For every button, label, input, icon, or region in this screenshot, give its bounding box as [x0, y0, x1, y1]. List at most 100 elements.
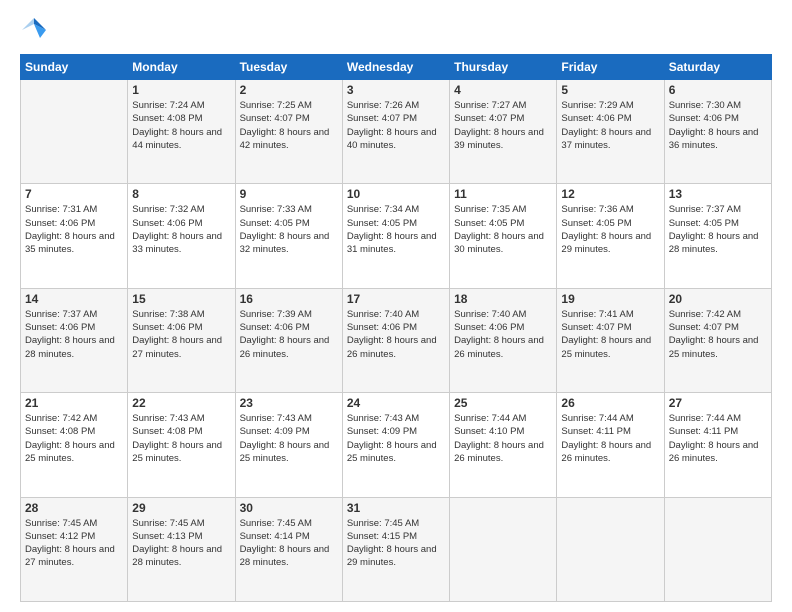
day-info: Sunrise: 7:43 AMSunset: 4:09 PMDaylight:… — [347, 413, 437, 464]
day-info: Sunrise: 7:27 AMSunset: 4:07 PMDaylight:… — [454, 100, 544, 151]
calendar-cell — [557, 497, 664, 601]
calendar-cell: 24 Sunrise: 7:43 AMSunset: 4:09 PMDaylig… — [342, 393, 449, 497]
calendar-cell: 11 Sunrise: 7:35 AMSunset: 4:05 PMDaylig… — [450, 184, 557, 288]
day-info: Sunrise: 7:37 AMSunset: 4:06 PMDaylight:… — [25, 309, 115, 360]
calendar-cell: 1 Sunrise: 7:24 AMSunset: 4:08 PMDayligh… — [128, 80, 235, 184]
calendar-cell: 19 Sunrise: 7:41 AMSunset: 4:07 PMDaylig… — [557, 288, 664, 392]
calendar-cell: 23 Sunrise: 7:43 AMSunset: 4:09 PMDaylig… — [235, 393, 342, 497]
calendar-cell: 8 Sunrise: 7:32 AMSunset: 4:06 PMDayligh… — [128, 184, 235, 288]
day-number: 12 — [561, 187, 659, 201]
day-header-friday: Friday — [557, 55, 664, 80]
day-number: 8 — [132, 187, 230, 201]
day-number: 2 — [240, 83, 338, 97]
page: SundayMondayTuesdayWednesdayThursdayFrid… — [0, 0, 792, 612]
day-header-tuesday: Tuesday — [235, 55, 342, 80]
calendar-cell: 20 Sunrise: 7:42 AMSunset: 4:07 PMDaylig… — [664, 288, 771, 392]
calendar-cell: 10 Sunrise: 7:34 AMSunset: 4:05 PMDaylig… — [342, 184, 449, 288]
day-number: 1 — [132, 83, 230, 97]
day-info: Sunrise: 7:39 AMSunset: 4:06 PMDaylight:… — [240, 309, 330, 360]
calendar-cell: 2 Sunrise: 7:25 AMSunset: 4:07 PMDayligh… — [235, 80, 342, 184]
day-header-monday: Monday — [128, 55, 235, 80]
calendar-week-row: 1 Sunrise: 7:24 AMSunset: 4:08 PMDayligh… — [21, 80, 772, 184]
calendar-cell: 12 Sunrise: 7:36 AMSunset: 4:05 PMDaylig… — [557, 184, 664, 288]
day-number: 13 — [669, 187, 767, 201]
day-number: 21 — [25, 396, 123, 410]
day-number: 20 — [669, 292, 767, 306]
day-info: Sunrise: 7:26 AMSunset: 4:07 PMDaylight:… — [347, 100, 437, 151]
day-number: 15 — [132, 292, 230, 306]
day-number: 28 — [25, 501, 123, 515]
header — [20, 16, 772, 44]
calendar-cell: 16 Sunrise: 7:39 AMSunset: 4:06 PMDaylig… — [235, 288, 342, 392]
calendar-header-row: SundayMondayTuesdayWednesdayThursdayFrid… — [21, 55, 772, 80]
day-number: 27 — [669, 396, 767, 410]
day-number: 10 — [347, 187, 445, 201]
day-number: 3 — [347, 83, 445, 97]
day-info: Sunrise: 7:25 AMSunset: 4:07 PMDaylight:… — [240, 100, 330, 151]
day-number: 6 — [669, 83, 767, 97]
calendar-cell: 7 Sunrise: 7:31 AMSunset: 4:06 PMDayligh… — [21, 184, 128, 288]
day-number: 11 — [454, 187, 552, 201]
day-info: Sunrise: 7:44 AMSunset: 4:10 PMDaylight:… — [454, 413, 544, 464]
day-number: 23 — [240, 396, 338, 410]
calendar-cell: 17 Sunrise: 7:40 AMSunset: 4:06 PMDaylig… — [342, 288, 449, 392]
calendar-cell: 6 Sunrise: 7:30 AMSunset: 4:06 PMDayligh… — [664, 80, 771, 184]
day-number: 7 — [25, 187, 123, 201]
day-header-thursday: Thursday — [450, 55, 557, 80]
day-number: 17 — [347, 292, 445, 306]
day-info: Sunrise: 7:42 AMSunset: 4:08 PMDaylight:… — [25, 413, 115, 464]
day-number: 31 — [347, 501, 445, 515]
day-number: 5 — [561, 83, 659, 97]
day-info: Sunrise: 7:35 AMSunset: 4:05 PMDaylight:… — [454, 204, 544, 255]
day-header-wednesday: Wednesday — [342, 55, 449, 80]
day-number: 14 — [25, 292, 123, 306]
calendar-cell: 18 Sunrise: 7:40 AMSunset: 4:06 PMDaylig… — [450, 288, 557, 392]
calendar-cell: 25 Sunrise: 7:44 AMSunset: 4:10 PMDaylig… — [450, 393, 557, 497]
day-number: 30 — [240, 501, 338, 515]
calendar-cell — [21, 80, 128, 184]
day-info: Sunrise: 7:43 AMSunset: 4:09 PMDaylight:… — [240, 413, 330, 464]
day-info: Sunrise: 7:42 AMSunset: 4:07 PMDaylight:… — [669, 309, 759, 360]
day-info: Sunrise: 7:33 AMSunset: 4:05 PMDaylight:… — [240, 204, 330, 255]
calendar-cell: 29 Sunrise: 7:45 AMSunset: 4:13 PMDaylig… — [128, 497, 235, 601]
day-number: 29 — [132, 501, 230, 515]
day-info: Sunrise: 7:44 AMSunset: 4:11 PMDaylight:… — [669, 413, 759, 464]
day-number: 22 — [132, 396, 230, 410]
calendar-cell — [450, 497, 557, 601]
day-info: Sunrise: 7:40 AMSunset: 4:06 PMDaylight:… — [454, 309, 544, 360]
calendar-cell: 4 Sunrise: 7:27 AMSunset: 4:07 PMDayligh… — [450, 80, 557, 184]
calendar-table: SundayMondayTuesdayWednesdayThursdayFrid… — [20, 54, 772, 602]
day-info: Sunrise: 7:44 AMSunset: 4:11 PMDaylight:… — [561, 413, 651, 464]
day-info: Sunrise: 7:38 AMSunset: 4:06 PMDaylight:… — [132, 309, 222, 360]
day-info: Sunrise: 7:24 AMSunset: 4:08 PMDaylight:… — [132, 100, 222, 151]
logo-icon — [20, 16, 48, 44]
day-info: Sunrise: 7:45 AMSunset: 4:14 PMDaylight:… — [240, 518, 330, 569]
calendar-cell: 22 Sunrise: 7:43 AMSunset: 4:08 PMDaylig… — [128, 393, 235, 497]
day-info: Sunrise: 7:30 AMSunset: 4:06 PMDaylight:… — [669, 100, 759, 151]
calendar-cell: 5 Sunrise: 7:29 AMSunset: 4:06 PMDayligh… — [557, 80, 664, 184]
day-info: Sunrise: 7:45 AMSunset: 4:12 PMDaylight:… — [25, 518, 115, 569]
day-header-sunday: Sunday — [21, 55, 128, 80]
day-number: 26 — [561, 396, 659, 410]
day-info: Sunrise: 7:41 AMSunset: 4:07 PMDaylight:… — [561, 309, 651, 360]
day-info: Sunrise: 7:34 AMSunset: 4:05 PMDaylight:… — [347, 204, 437, 255]
calendar-cell: 31 Sunrise: 7:45 AMSunset: 4:15 PMDaylig… — [342, 497, 449, 601]
calendar-cell — [664, 497, 771, 601]
day-info: Sunrise: 7:32 AMSunset: 4:06 PMDaylight:… — [132, 204, 222, 255]
calendar-cell: 28 Sunrise: 7:45 AMSunset: 4:12 PMDaylig… — [21, 497, 128, 601]
calendar-cell: 27 Sunrise: 7:44 AMSunset: 4:11 PMDaylig… — [664, 393, 771, 497]
day-info: Sunrise: 7:43 AMSunset: 4:08 PMDaylight:… — [132, 413, 222, 464]
calendar-week-row: 7 Sunrise: 7:31 AMSunset: 4:06 PMDayligh… — [21, 184, 772, 288]
day-info: Sunrise: 7:45 AMSunset: 4:15 PMDaylight:… — [347, 518, 437, 569]
calendar-cell: 30 Sunrise: 7:45 AMSunset: 4:14 PMDaylig… — [235, 497, 342, 601]
day-number: 24 — [347, 396, 445, 410]
calendar-cell: 14 Sunrise: 7:37 AMSunset: 4:06 PMDaylig… — [21, 288, 128, 392]
day-header-saturday: Saturday — [664, 55, 771, 80]
calendar-week-row: 21 Sunrise: 7:42 AMSunset: 4:08 PMDaylig… — [21, 393, 772, 497]
calendar-cell: 13 Sunrise: 7:37 AMSunset: 4:05 PMDaylig… — [664, 184, 771, 288]
calendar-cell: 15 Sunrise: 7:38 AMSunset: 4:06 PMDaylig… — [128, 288, 235, 392]
day-number: 19 — [561, 292, 659, 306]
day-number: 9 — [240, 187, 338, 201]
day-info: Sunrise: 7:36 AMSunset: 4:05 PMDaylight:… — [561, 204, 651, 255]
day-number: 25 — [454, 396, 552, 410]
